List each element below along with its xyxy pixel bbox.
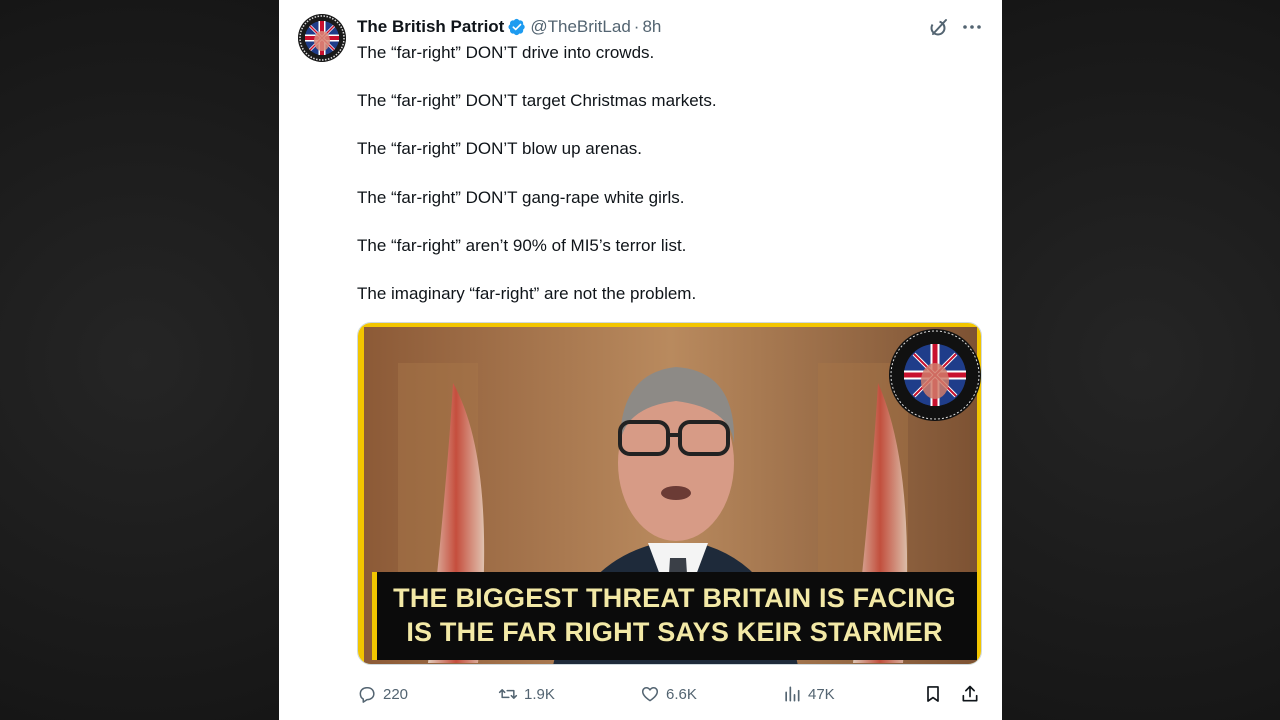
grok-icon[interactable] (928, 16, 950, 38)
avatar[interactable] (298, 14, 346, 62)
views-icon (785, 686, 800, 702)
view-count: 47K (808, 685, 835, 703)
retweet-button[interactable]: 1.9K (498, 680, 555, 708)
retweet-count: 1.9K (524, 685, 555, 703)
share-button[interactable] (960, 680, 980, 708)
views-button[interactable]: 47K (782, 680, 835, 708)
verified-badge-icon (508, 18, 526, 36)
tweet-header: The British Patriot @TheBritLad · 8h (357, 15, 661, 39)
caption-line: THE BIGGEST THREAT BRITAIN IS FACING (393, 583, 956, 613)
britain-badge-icon (889, 329, 981, 421)
separator: · (633, 17, 640, 36)
caption-accent-bar (372, 572, 377, 660)
bookmark-icon (927, 686, 939, 702)
tweet-line: The “far-right” DON’T blow up arenas. (357, 139, 643, 159)
share-icon (962, 685, 978, 702)
tweet-image[interactable]: THE BIGGEST THREAT BRITAIN IS FACING IS … (357, 322, 982, 665)
more-icon[interactable] (961, 17, 983, 37)
timestamp[interactable]: 8h (642, 17, 661, 37)
tweet-line: The “far-right” DON’T gang-rape white gi… (357, 187, 685, 207)
bookmark-button[interactable] (923, 680, 943, 708)
tweet-line: The imaginary “far-right” are not the pr… (357, 283, 697, 303)
tweet-line: The “far-right” DON’T drive into crowds. (357, 43, 655, 62)
tweet-line: The “far-right” aren’t 90% of MI5’s terr… (357, 235, 687, 255)
reply-icon (359, 687, 375, 703)
display-name[interactable]: The British Patriot (357, 17, 504, 37)
tweet-line: The “far-right” DON’T target Christmas m… (357, 91, 717, 111)
like-count: 6.6K (666, 685, 697, 703)
like-icon (641, 687, 659, 702)
reply-count: 220 (383, 685, 409, 703)
right-background (1002, 0, 1280, 720)
retweet-icon (498, 689, 518, 699)
tweet-text: The “far-right” DON’T drive into crowds.… (357, 41, 977, 330)
reply-button[interactable]: 220 (357, 680, 408, 708)
left-background (0, 0, 279, 720)
like-button[interactable]: 6.6K (640, 680, 697, 708)
caption-line: IS THE FAR RIGHT SAYS KEIR STARMER (406, 617, 943, 647)
handle[interactable]: @TheBritLad (530, 17, 630, 37)
action-bar: 220 1.9K 6.6K 47K (357, 680, 987, 708)
image-caption: THE BIGGEST THREAT BRITAIN IS FACING IS … (372, 572, 977, 660)
